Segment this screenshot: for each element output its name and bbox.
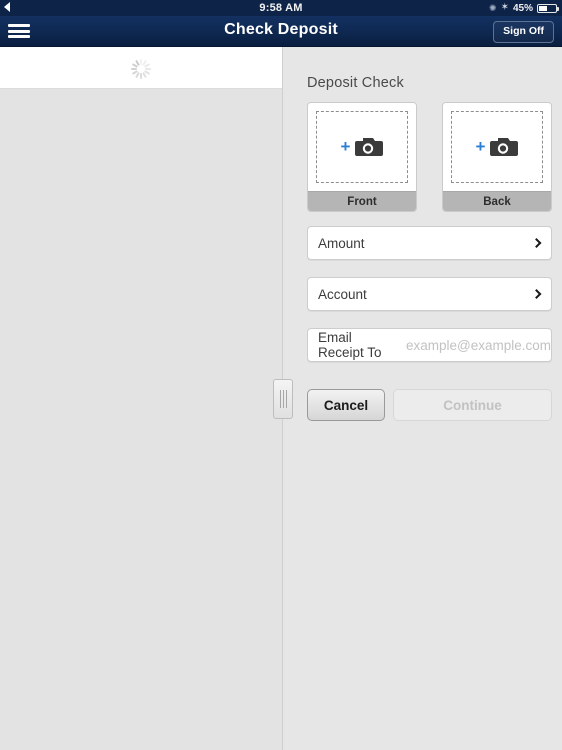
left-content-pane xyxy=(0,47,282,750)
sign-off-button[interactable]: Sign Off xyxy=(493,21,554,43)
amount-field-label: Amount xyxy=(318,235,365,251)
sync-icon: ✺ xyxy=(489,2,497,13)
loading-spinner-icon xyxy=(131,59,151,79)
plus-icon: + xyxy=(475,137,486,156)
navigation-bar: Check Deposit Sign Off xyxy=(0,16,562,47)
app-screen: 9:58 AM ✺ ✶ 45% Check Deposit Sign Off D… xyxy=(0,0,562,750)
capture-label-back[interactable]: Back xyxy=(443,191,551,211)
email-receipt-field-label: Email Receipt To xyxy=(318,330,382,360)
email-receipt-placeholder[interactable]: example@example.com xyxy=(406,338,551,353)
capture-card-front[interactable]: + Front xyxy=(307,102,417,212)
chevron-right-icon[interactable] xyxy=(531,289,542,299)
page-title: Check Deposit xyxy=(224,21,338,38)
section-heading: Deposit Check xyxy=(307,75,404,91)
account-field-label: Account xyxy=(318,286,367,302)
camera-add-group-front: + xyxy=(341,136,384,158)
battery-icon xyxy=(537,3,559,13)
battery-percent-label: 45% xyxy=(512,2,533,14)
left-pane-header-area xyxy=(0,47,282,89)
camera-icon xyxy=(355,138,384,156)
deposit-check-panel: Deposit Check + Front + Back Amount Acco… xyxy=(273,47,562,750)
capture-card-back[interactable]: + Back xyxy=(442,102,552,212)
capture-label-front[interactable]: Front xyxy=(308,191,416,211)
drag-handle-icon[interactable] xyxy=(273,379,293,419)
capture-drop-area-back[interactable]: + xyxy=(443,103,551,191)
status-bar-clock: 9:58 AM xyxy=(259,2,303,14)
camera-add-group-back: + xyxy=(476,136,519,158)
email-receipt-field[interactable]: Email Receipt To example@example.com xyxy=(307,328,552,362)
continue-button[interactable]: Continue xyxy=(393,389,552,421)
capture-drop-area-front[interactable]: + xyxy=(308,103,416,191)
amount-field[interactable]: Amount xyxy=(307,226,552,260)
bluetooth-icon: ✶ xyxy=(500,2,509,13)
cancel-button[interactable]: Cancel xyxy=(307,389,385,421)
plus-icon: + xyxy=(340,137,351,156)
chevron-right-icon[interactable] xyxy=(531,238,542,248)
camera-icon xyxy=(490,138,519,156)
status-bar-right-group: ✺ ✶ 45% xyxy=(489,0,559,16)
account-field[interactable]: Account xyxy=(307,277,552,311)
ios-status-bar: 9:58 AM ✺ ✶ 45% xyxy=(0,0,562,16)
